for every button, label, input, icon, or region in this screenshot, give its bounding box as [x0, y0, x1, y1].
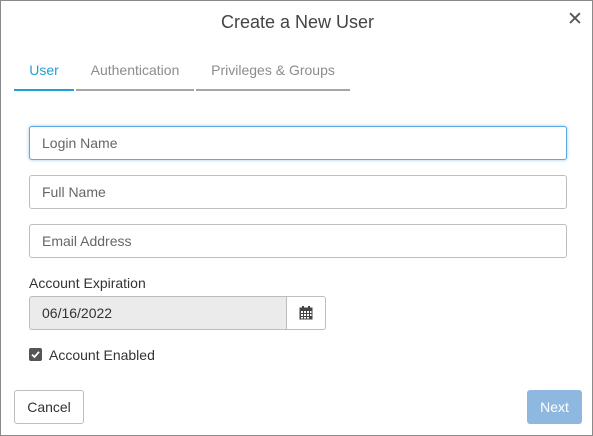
tab-privileges-groups-label: Privileges & Groups — [211, 62, 335, 78]
account-expiration-input[interactable] — [29, 296, 287, 330]
login-name-input[interactable] — [29, 126, 567, 160]
dialog-title: Create a New User — [220, 12, 375, 32]
email-address-input[interactable] — [29, 224, 567, 258]
checkmark-icon — [31, 351, 40, 359]
account-enabled-label: Account Enabled — [49, 347, 155, 363]
full-name-input[interactable] — [29, 175, 567, 209]
create-user-dialog: Create a New User ✕ User Authentication … — [0, 0, 593, 436]
tab-user-label: User — [29, 62, 59, 78]
tab-authentication[interactable]: Authentication — [76, 59, 194, 91]
tab-user[interactable]: User — [14, 59, 74, 91]
tab-privileges-groups[interactable]: Privileges & Groups — [196, 59, 350, 91]
cancel-button[interactable]: Cancel — [14, 390, 84, 424]
account-expiration-label: Account Expiration — [29, 275, 146, 291]
calendar-icon — [299, 306, 313, 320]
next-button[interactable]: Next — [527, 390, 582, 424]
account-enabled-checkbox[interactable] — [29, 348, 42, 361]
tab-authentication-label: Authentication — [90, 62, 180, 78]
calendar-button[interactable] — [286, 296, 326, 330]
account-expiration-picker — [29, 296, 326, 330]
close-icon[interactable]: ✕ — [567, 10, 583, 30]
